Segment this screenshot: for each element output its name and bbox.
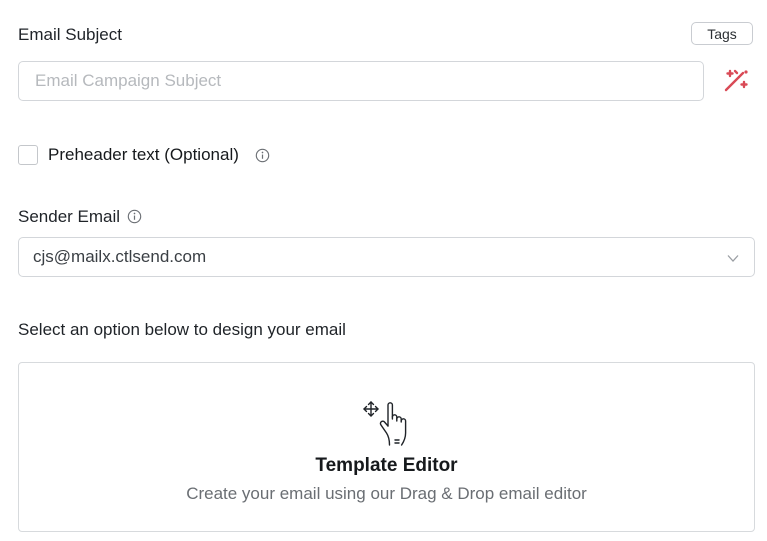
- tags-button[interactable]: Tags: [691, 22, 753, 45]
- design-prompt: Select an option below to design your em…: [18, 320, 346, 339]
- template-editor-description: Create your email using our Drag & Drop …: [186, 484, 587, 503]
- sender-email-select[interactable]: cjs@mailx.ctlsend.com: [18, 237, 755, 277]
- template-editor-title: Template Editor: [315, 455, 458, 476]
- drag-drop-hand-icon: [363, 401, 407, 446]
- preheader-label: Preheader text (Optional): [48, 145, 239, 164]
- template-editor-card[interactable]: Template Editor Create your email using …: [18, 362, 755, 532]
- email-settings-form: Email Subject Tags Preheader text (Optio…: [0, 0, 767, 541]
- chevron-down-icon: [727, 255, 739, 262]
- sender-email-label: Sender Email: [18, 207, 121, 226]
- sender-email-value: cjs@mailx.ctlsend.com: [33, 247, 207, 266]
- sender-info-icon[interactable]: [127, 209, 142, 224]
- magic-wand-icon[interactable]: [722, 68, 750, 94]
- preheader-checkbox[interactable]: [18, 145, 38, 165]
- email-subject-label: Email Subject: [18, 25, 122, 44]
- email-subject-input[interactable]: [18, 61, 704, 101]
- preheader-info-icon[interactable]: [255, 148, 270, 163]
